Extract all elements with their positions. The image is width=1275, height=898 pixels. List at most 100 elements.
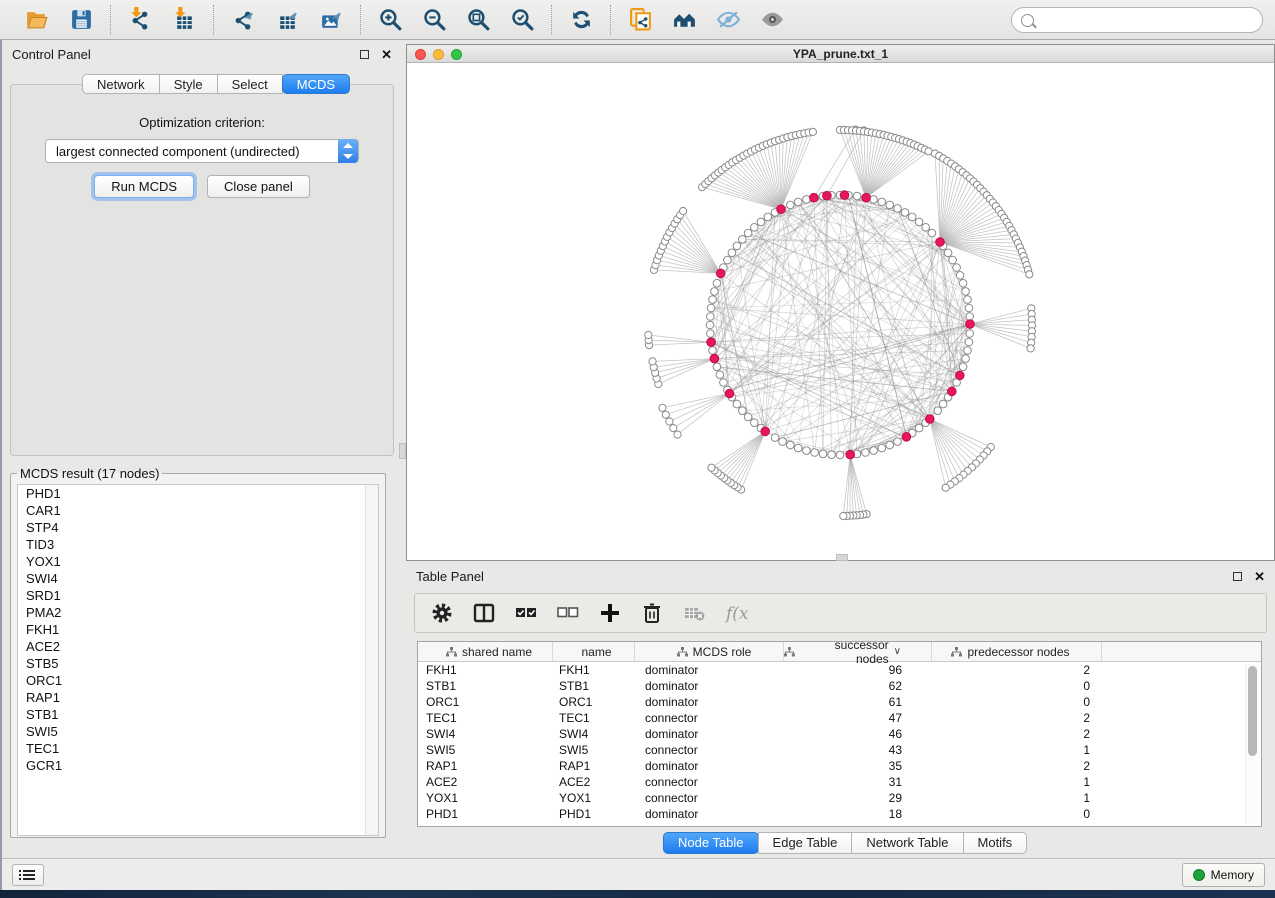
- table-cell[interactable]: 96: [784, 663, 932, 677]
- table-row[interactable]: SWI5SWI5connector431: [418, 742, 1261, 758]
- tab-network-table[interactable]: Network Table: [851, 832, 963, 854]
- table-cell[interactable]: TEC1: [553, 711, 635, 725]
- run-mcds-button[interactable]: Run MCDS: [94, 175, 194, 198]
- table-cell[interactable]: 61: [784, 695, 932, 709]
- table-cell[interactable]: 1: [932, 775, 1102, 789]
- table-cell[interactable]: 0: [932, 679, 1102, 693]
- mcds-result-item[interactable]: TEC1: [18, 740, 378, 757]
- table-cell[interactable]: 35: [784, 759, 932, 773]
- table-cell[interactable]: 46: [784, 727, 932, 741]
- table-cell[interactable]: dominator: [635, 807, 784, 821]
- optimization-criterion-select[interactable]: largest connected component (undirected): [45, 139, 359, 163]
- table-cell[interactable]: 1: [932, 743, 1102, 757]
- refresh-icon[interactable]: [562, 4, 600, 36]
- mcds-result-item[interactable]: GCR1: [18, 757, 378, 774]
- table-row[interactable]: STB1STB1dominator620: [418, 678, 1261, 694]
- column-header-successor-nodes[interactable]: successor nodes∨: [784, 642, 932, 661]
- table-cell[interactable]: connector: [635, 743, 784, 757]
- vertical-splitter-handle[interactable]: [399, 443, 406, 459]
- zoom-in-icon[interactable]: [371, 4, 409, 36]
- mcds-result-item[interactable]: SRD1: [18, 587, 378, 604]
- table-cell[interactable]: 18: [784, 807, 932, 821]
- table-cell[interactable]: SWI5: [553, 743, 635, 757]
- hide-selected-icon[interactable]: [709, 4, 747, 36]
- table-cell[interactable]: connector: [635, 775, 784, 789]
- table-cell[interactable]: dominator: [635, 727, 784, 741]
- mcds-result-item[interactable]: PMA2: [18, 604, 378, 621]
- tab-node-table[interactable]: Node Table: [663, 832, 759, 854]
- column-header-predecessor-nodes[interactable]: predecessor nodes: [932, 642, 1102, 661]
- search-box[interactable]: [1011, 7, 1263, 33]
- export-table-icon[interactable]: [268, 4, 306, 36]
- table-cell[interactable]: 2: [932, 711, 1102, 725]
- copy-share-icon[interactable]: [621, 4, 659, 36]
- result-scrollbar[interactable]: [365, 485, 378, 835]
- table-cell[interactable]: ACE2: [418, 775, 553, 789]
- deselect-all-icon[interactable]: [555, 602, 581, 624]
- table-cell[interactable]: STB1: [418, 679, 553, 693]
- mcds-result-item[interactable]: STB1: [18, 706, 378, 723]
- network-titlebar[interactable]: YPA_prune.txt_1: [407, 45, 1274, 63]
- table-cell[interactable]: ACE2: [553, 775, 635, 789]
- table-cell[interactable]: 43: [784, 743, 932, 757]
- table-cell[interactable]: 2: [932, 759, 1102, 773]
- tab-style[interactable]: Style: [159, 74, 218, 94]
- table-scrollbar-thumb[interactable]: [1248, 666, 1257, 756]
- float-table-panel-icon[interactable]: [1233, 572, 1242, 581]
- mcds-result-item[interactable]: TID3: [18, 536, 378, 553]
- close-panel-icon[interactable]: ✕: [381, 50, 392, 59]
- close-panel-button[interactable]: Close panel: [207, 175, 310, 198]
- table-cell[interactable]: dominator: [635, 695, 784, 709]
- column-header-MCDS-role[interactable]: MCDS role: [635, 642, 784, 661]
- mcds-result-list[interactable]: PHD1CAR1STP4TID3YOX1SWI4SRD1PMA2FKH1ACE2…: [17, 484, 379, 836]
- mcds-result-item[interactable]: ORC1: [18, 672, 378, 689]
- first-neighbors-icon[interactable]: [665, 4, 703, 36]
- table-cell[interactable]: PHD1: [553, 807, 635, 821]
- table-cell[interactable]: YOX1: [418, 791, 553, 805]
- open-file-icon[interactable]: [18, 4, 56, 36]
- table-cell[interactable]: 1: [932, 791, 1102, 805]
- zoom-fit-icon[interactable]: [459, 4, 497, 36]
- mcds-result-item[interactable]: SWI4: [18, 570, 378, 587]
- mcds-result-item[interactable]: PHD1: [18, 485, 378, 502]
- delete-column-icon[interactable]: [639, 602, 665, 624]
- table-cell[interactable]: SWI5: [418, 743, 553, 757]
- table-row[interactable]: TEC1TEC1connector472: [418, 710, 1261, 726]
- mcds-result-item[interactable]: CAR1: [18, 502, 378, 519]
- table-row[interactable]: FKH1FKH1dominator962: [418, 662, 1261, 678]
- export-image-icon[interactable]: [312, 4, 350, 36]
- table-scrollbar[interactable]: [1245, 664, 1258, 824]
- mcds-result-item[interactable]: STB5: [18, 655, 378, 672]
- table-cell[interactable]: TEC1: [418, 711, 553, 725]
- table-cell[interactable]: 0: [932, 807, 1102, 821]
- close-table-panel-icon[interactable]: ✕: [1254, 572, 1265, 581]
- save-session-icon[interactable]: [62, 4, 100, 36]
- select-all-icon[interactable]: [513, 602, 539, 624]
- table-cell[interactable]: dominator: [635, 679, 784, 693]
- window-zoom-icon[interactable]: [451, 49, 462, 60]
- table-cell[interactable]: 0: [932, 695, 1102, 709]
- table-cell[interactable]: ORC1: [553, 695, 635, 709]
- window-minimize-icon[interactable]: [433, 49, 444, 60]
- mcds-result-item[interactable]: ACE2: [18, 638, 378, 655]
- table-cell[interactable]: 29: [784, 791, 932, 805]
- tab-mcds[interactable]: MCDS: [282, 74, 350, 94]
- attribute-gear-icon[interactable]: [429, 602, 455, 624]
- task-history-button[interactable]: [12, 864, 44, 886]
- table-cell[interactable]: SWI4: [418, 727, 553, 741]
- table-row[interactable]: PHD1PHD1dominator180: [418, 806, 1261, 822]
- table-cell[interactable]: PHD1: [418, 807, 553, 821]
- table-cell[interactable]: ORC1: [418, 695, 553, 709]
- table-cell[interactable]: dominator: [635, 759, 784, 773]
- mcds-result-item[interactable]: FKH1: [18, 621, 378, 638]
- table-cell[interactable]: STB1: [553, 679, 635, 693]
- add-column-icon[interactable]: [597, 602, 623, 624]
- table-cell[interactable]: FKH1: [418, 663, 553, 677]
- show-all-icon[interactable]: [753, 4, 791, 36]
- window-close-icon[interactable]: [415, 49, 426, 60]
- table-cell[interactable]: 2: [932, 727, 1102, 741]
- table-cell[interactable]: 62: [784, 679, 932, 693]
- table-row[interactable]: YOX1YOX1connector291: [418, 790, 1261, 806]
- table-row[interactable]: ACE2ACE2connector311: [418, 774, 1261, 790]
- float-panel-icon[interactable]: [360, 50, 369, 59]
